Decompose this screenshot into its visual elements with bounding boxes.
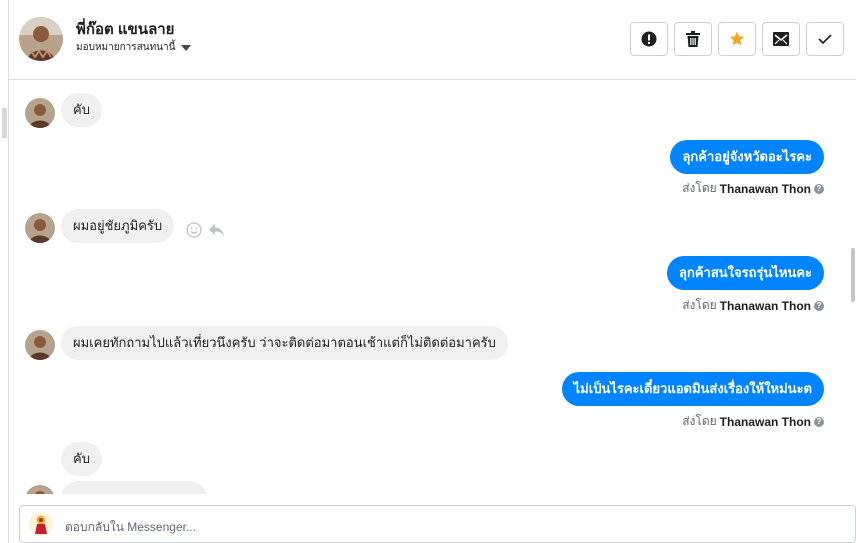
contact-avatar[interactable] <box>19 17 63 61</box>
sent-by-label: ส่งโดย Thanawan Thon ? <box>682 179 824 198</box>
left-scroll-indicator <box>2 108 7 138</box>
envelope-icon <box>773 32 789 46</box>
trash-icon <box>686 31 700 47</box>
question-icon[interactable]: ? <box>814 416 824 427</box>
sent-by-label: ส่งโดย Thanawan Thon ? <box>682 296 824 315</box>
incoming-message-partial[interactable] <box>61 481 207 494</box>
page-avatar <box>29 512 53 536</box>
sender-name: Thanawan Thon <box>719 414 811 429</box>
incoming-message[interactable]: คับ <box>61 93 102 127</box>
scrollbar-thumb[interactable] <box>851 248 855 302</box>
incoming-message[interactable]: ผมเคยทักถามไปแล้วเที่ยวนึงครับ ว่าจะติดต… <box>61 326 508 360</box>
message-tools <box>186 222 225 238</box>
contact-avatar-small <box>25 213 55 243</box>
reply-composer[interactable]: ตอบกลับใน Messenger... <box>19 505 856 543</box>
sent-by-prefix: ส่งโดย <box>682 298 717 312</box>
star-button[interactable] <box>718 22 756 56</box>
delete-button[interactable] <box>674 22 712 56</box>
smiley-icon[interactable] <box>186 222 202 238</box>
sent-by-prefix: ส่งโดย <box>682 414 717 428</box>
contact-avatar-small <box>25 330 55 360</box>
assign-conversation-dropdown[interactable]: มอบหมายการสนทนานี้ <box>76 40 192 55</box>
mark-unread-button[interactable] <box>762 22 800 56</box>
sent-by-label: ส่งโดย Thanawan Thon ? <box>682 412 824 431</box>
caret-down-icon <box>181 44 192 51</box>
contact-avatar-small <box>25 485 55 494</box>
sent-by-prefix: ส่งโดย <box>682 181 717 195</box>
question-icon[interactable]: ? <box>814 300 824 311</box>
conversation-header: พี่ก๊อต แขนลาย มอบหมายการสนทนานี้ <box>9 0 856 80</box>
incoming-message[interactable]: ผมอยู่ชัยภูมิครับ <box>61 209 175 243</box>
left-panel-edge <box>0 0 9 543</box>
conversation-actions <box>630 22 844 56</box>
inbox-conversation: พี่ก๊อต แขนลาย มอบหมายการสนทนานี้ คับ ลุ… <box>0 0 856 543</box>
outgoing-message[interactable]: ลุกค้าสนใจรถรุ่นไหนคะ <box>666 256 824 290</box>
question-icon[interactable]: ? <box>814 183 824 194</box>
sender-name: Thanawan Thon <box>719 298 811 313</box>
mark-spam-button[interactable] <box>630 22 668 56</box>
contact-avatar-small <box>25 98 55 128</box>
message-thread[interactable]: คับ ลุกค้าอยู่จังหวัดอะไรคะ ส่งโดย Thana… <box>9 81 847 494</box>
reply-input-placeholder[interactable]: ตอบกลับใน Messenger... <box>65 518 196 537</box>
contact-name: พี่ก๊อต แขนลาย <box>76 21 175 38</box>
exclamation-icon <box>641 31 657 47</box>
star-icon <box>729 31 745 46</box>
incoming-message[interactable]: คับ <box>61 442 102 476</box>
outgoing-message[interactable]: ไม่เป็นไรคะเดี๋ยวแอดมินส่งเรื่องให้ใหม่น… <box>561 372 824 406</box>
assign-label: มอบหมายการสนทนานี้ <box>76 42 176 53</box>
thread-scrollbar[interactable] <box>849 81 856 494</box>
mark-done-button[interactable] <box>806 22 844 56</box>
checkmark-icon <box>818 34 832 45</box>
reply-icon[interactable] <box>208 223 225 238</box>
outgoing-message[interactable]: ลุกค้าอยู่จังหวัดอะไรคะ <box>670 140 824 174</box>
sender-name: Thanawan Thon <box>719 181 811 196</box>
